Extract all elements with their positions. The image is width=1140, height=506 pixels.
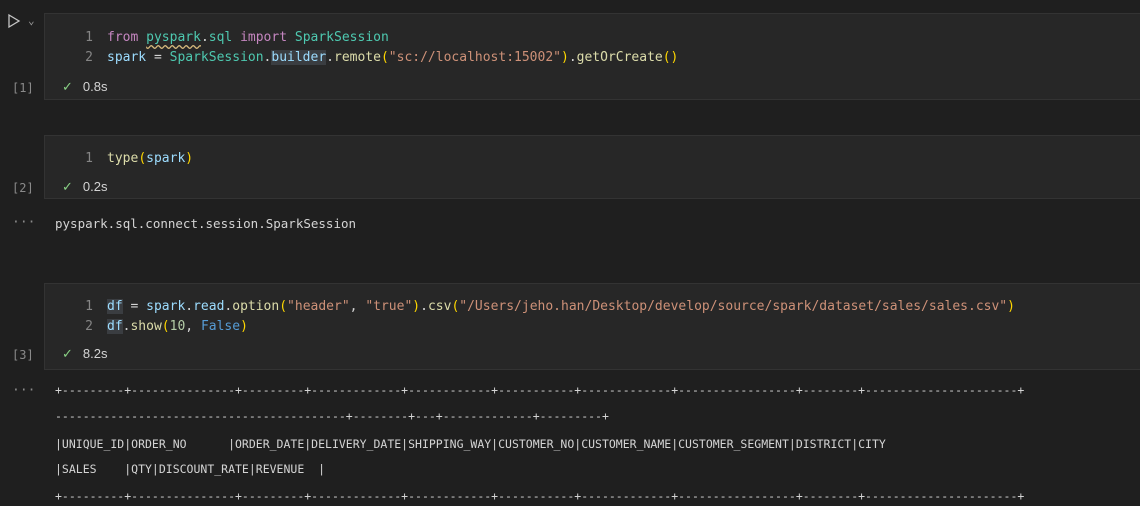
variable: spark bbox=[146, 151, 186, 166]
class-name: SparkSession bbox=[294, 30, 389, 45]
code-line[interactable]: 2 df.show(10, False) bbox=[45, 317, 248, 337]
line-number: 2 bbox=[85, 50, 93, 65]
punct: , bbox=[185, 319, 201, 334]
paren: ) bbox=[412, 299, 421, 314]
line-number: 1 bbox=[85, 151, 93, 166]
function-name: type bbox=[107, 151, 139, 166]
output-line: |UNIQUE_ID|ORDER_NO |ORDER_DATE|DELIVERY… bbox=[55, 437, 886, 451]
variable: spark bbox=[146, 299, 186, 314]
output-line: |SALES |QTY|DISCOUNT_RATE|REVENUE | bbox=[55, 462, 326, 476]
operator: = bbox=[122, 299, 147, 314]
string: "true" bbox=[365, 299, 413, 314]
execution-count: [1] bbox=[12, 81, 34, 95]
execution-time: 0.2s bbox=[82, 179, 108, 194]
operator: = bbox=[146, 50, 170, 65]
check-icon: ✓ bbox=[62, 79, 73, 94]
punct: . bbox=[420, 299, 428, 314]
line-number: 1 bbox=[85, 299, 93, 314]
chevron-down-icon[interactable]: ⌄ bbox=[28, 14, 35, 27]
paren: ( bbox=[380, 50, 389, 65]
output-ellipsis-icon[interactable]: ··· bbox=[12, 383, 35, 398]
paren: ) bbox=[185, 151, 194, 166]
code-cell-2[interactable]: 1 type(spark) bbox=[44, 135, 1140, 199]
code-cell-1[interactable]: 1 from pyspark.sql import SparkSession 2s… bbox=[44, 13, 1140, 100]
function-name: csv bbox=[427, 299, 452, 314]
line-number: 1 bbox=[85, 30, 93, 45]
execution-time: 0.8s bbox=[82, 79, 108, 94]
module-name: sql bbox=[208, 30, 233, 45]
number: 10 bbox=[169, 319, 186, 334]
run-icon[interactable] bbox=[6, 13, 22, 29]
output-line: +---------+---------------+---------+---… bbox=[55, 489, 1025, 503]
execution-count: [3] bbox=[12, 348, 34, 362]
string: "sc://localhost:15002" bbox=[388, 50, 561, 65]
paren: ( bbox=[279, 299, 288, 314]
punct: . bbox=[326, 50, 334, 65]
cell-status: ✓ 0.8s bbox=[62, 79, 107, 95]
variable: df bbox=[107, 319, 123, 334]
paren: ( bbox=[138, 151, 147, 166]
variable: df bbox=[107, 299, 123, 314]
attribute: builder bbox=[271, 50, 327, 65]
code-line[interactable]: 2 spark = SparkSession.builder.remote("sc… bbox=[45, 48, 678, 68]
code-line[interactable]: 1 type(spark) bbox=[45, 149, 193, 169]
punct: . bbox=[185, 299, 194, 314]
paren: ) bbox=[240, 319, 248, 334]
code-line[interactable]: 1 from pyspark.sql import SparkSession bbox=[45, 28, 389, 48]
check-icon: ✓ bbox=[62, 346, 73, 361]
class-name: SparkSession bbox=[169, 50, 264, 65]
code-cell-3[interactable]: 1 df = spark.read.option("header", "true"… bbox=[44, 283, 1140, 370]
cell-status: ✓ 0.2s bbox=[62, 179, 107, 195]
paren: ( bbox=[161, 319, 170, 334]
code-line[interactable]: 1 df = spark.read.option("header", "true"… bbox=[45, 297, 1015, 317]
string: "header" bbox=[287, 299, 350, 314]
variable: spark bbox=[107, 50, 147, 65]
function-name: getOrCreate bbox=[576, 50, 663, 65]
check-icon: ✓ bbox=[62, 179, 73, 194]
attribute: read bbox=[193, 299, 225, 314]
output-line: +---------+---------------+---------+---… bbox=[55, 383, 1025, 397]
cell-status: ✓ 8.2s bbox=[62, 346, 107, 362]
line-number: 2 bbox=[85, 319, 93, 334]
keyword: import bbox=[240, 30, 288, 45]
module-name: pyspark bbox=[146, 30, 201, 45]
keyword: from bbox=[107, 30, 139, 45]
paren: ) bbox=[1007, 299, 1015, 314]
paren: () bbox=[662, 50, 679, 65]
function-name: option bbox=[232, 299, 280, 314]
execution-time: 8.2s bbox=[82, 346, 108, 361]
punct: . bbox=[568, 50, 577, 65]
cell-output: pyspark.sql.connect.session.SparkSession bbox=[55, 216, 357, 231]
output-ellipsis-icon[interactable]: ··· bbox=[12, 215, 35, 230]
function-name: remote bbox=[334, 50, 381, 65]
punct: , bbox=[349, 299, 366, 314]
constant: False bbox=[200, 319, 241, 334]
punct: . bbox=[200, 30, 209, 45]
execution-count: [2] bbox=[12, 181, 34, 195]
function-name: show bbox=[130, 319, 162, 334]
output-line: ----------------------------------------… bbox=[55, 409, 609, 423]
string: "/Users/jeho.han/Desktop/develop/source/… bbox=[459, 299, 1008, 314]
paren: ) bbox=[560, 50, 569, 65]
